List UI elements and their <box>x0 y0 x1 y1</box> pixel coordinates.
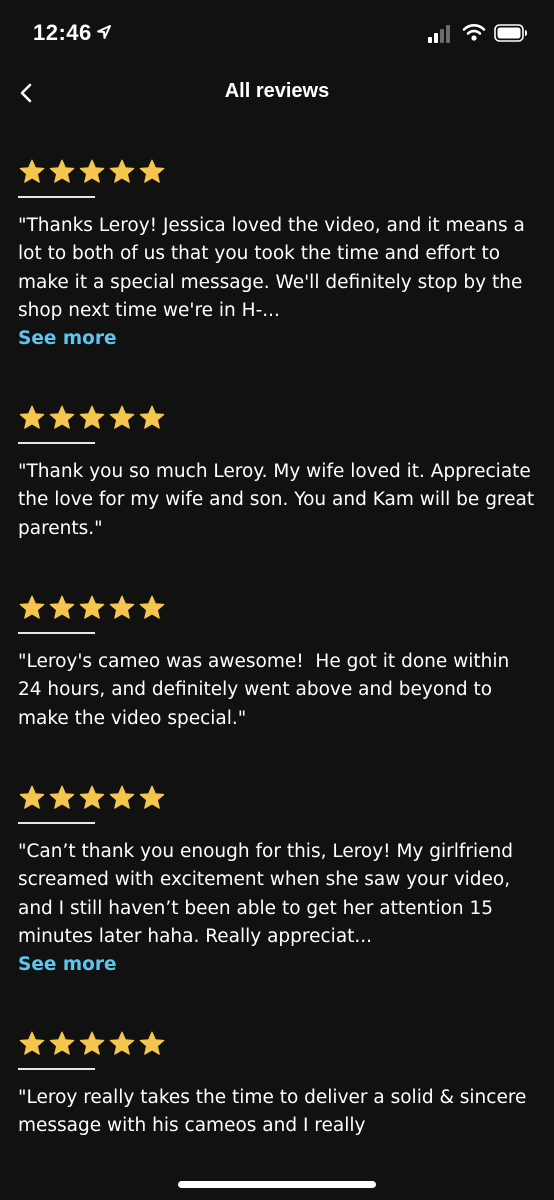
star-icon <box>79 405 105 429</box>
status-time: 12:46 <box>33 20 92 45</box>
review-item: "Thank you so much Leroy. My wife loved … <box>18 403 538 543</box>
star-icon <box>79 159 105 183</box>
star-icon <box>19 785 45 809</box>
location-arrow-icon <box>97 25 111 39</box>
header: All reviews <box>0 70 554 120</box>
star-rating <box>18 157 538 187</box>
star-rating <box>18 783 538 813</box>
star-icon <box>19 595 45 619</box>
star-icon <box>109 1031 135 1055</box>
page-title: All reviews <box>224 80 330 102</box>
star-icon <box>49 159 75 183</box>
see-more-link[interactable]: See more <box>18 951 538 979</box>
review-text: "Leroy really takes the time to deliver … <box>18 1087 533 1137</box>
star-icon <box>19 405 45 429</box>
star-rating <box>18 1029 538 1059</box>
review-item: "Leroy really takes the time to deliver … <box>18 1029 538 1141</box>
review-divider <box>18 632 95 634</box>
review-text: "Thanks Leroy! Jessica loved the video, … <box>18 215 531 321</box>
star-rating <box>18 403 538 433</box>
star-icon <box>109 159 135 183</box>
review-item: "Can’t thank you enough for this, Leroy!… <box>18 783 538 979</box>
wifi-icon <box>462 24 486 41</box>
star-icon <box>139 595 165 619</box>
review-item: "Thanks Leroy! Jessica loved the video, … <box>18 157 538 353</box>
star-icon <box>139 1031 165 1055</box>
status-bar: 12:46 <box>0 0 554 70</box>
star-icon <box>109 785 135 809</box>
review-divider <box>18 1068 95 1070</box>
star-icon <box>109 405 135 429</box>
star-icon <box>79 595 105 619</box>
review-divider <box>18 822 95 824</box>
star-rating <box>18 593 538 623</box>
star-icon <box>79 785 105 809</box>
review-divider <box>18 442 95 444</box>
star-icon <box>49 405 75 429</box>
star-icon <box>139 405 165 429</box>
home-indicator[interactable] <box>178 1181 376 1188</box>
review-divider <box>18 196 95 198</box>
star-icon <box>49 785 75 809</box>
review-item: "Leroy's cameo was awesome! He got it do… <box>18 593 538 733</box>
star-icon <box>79 1031 105 1055</box>
star-icon <box>139 785 165 809</box>
star-icon <box>109 595 135 619</box>
review-text: "Can’t thank you enough for this, Leroy!… <box>18 841 519 947</box>
review-text: "Leroy's cameo was awesome! He got it do… <box>18 651 516 729</box>
star-icon <box>49 595 75 619</box>
review-text: "Thank you so much Leroy. My wife loved … <box>18 461 540 539</box>
signal-bars-icon <box>428 25 450 43</box>
see-more-link[interactable]: See more <box>18 325 538 353</box>
star-icon <box>139 159 165 183</box>
star-icon <box>49 1031 75 1055</box>
star-icon <box>19 1031 45 1055</box>
battery-icon <box>494 24 527 42</box>
star-icon <box>19 159 45 183</box>
